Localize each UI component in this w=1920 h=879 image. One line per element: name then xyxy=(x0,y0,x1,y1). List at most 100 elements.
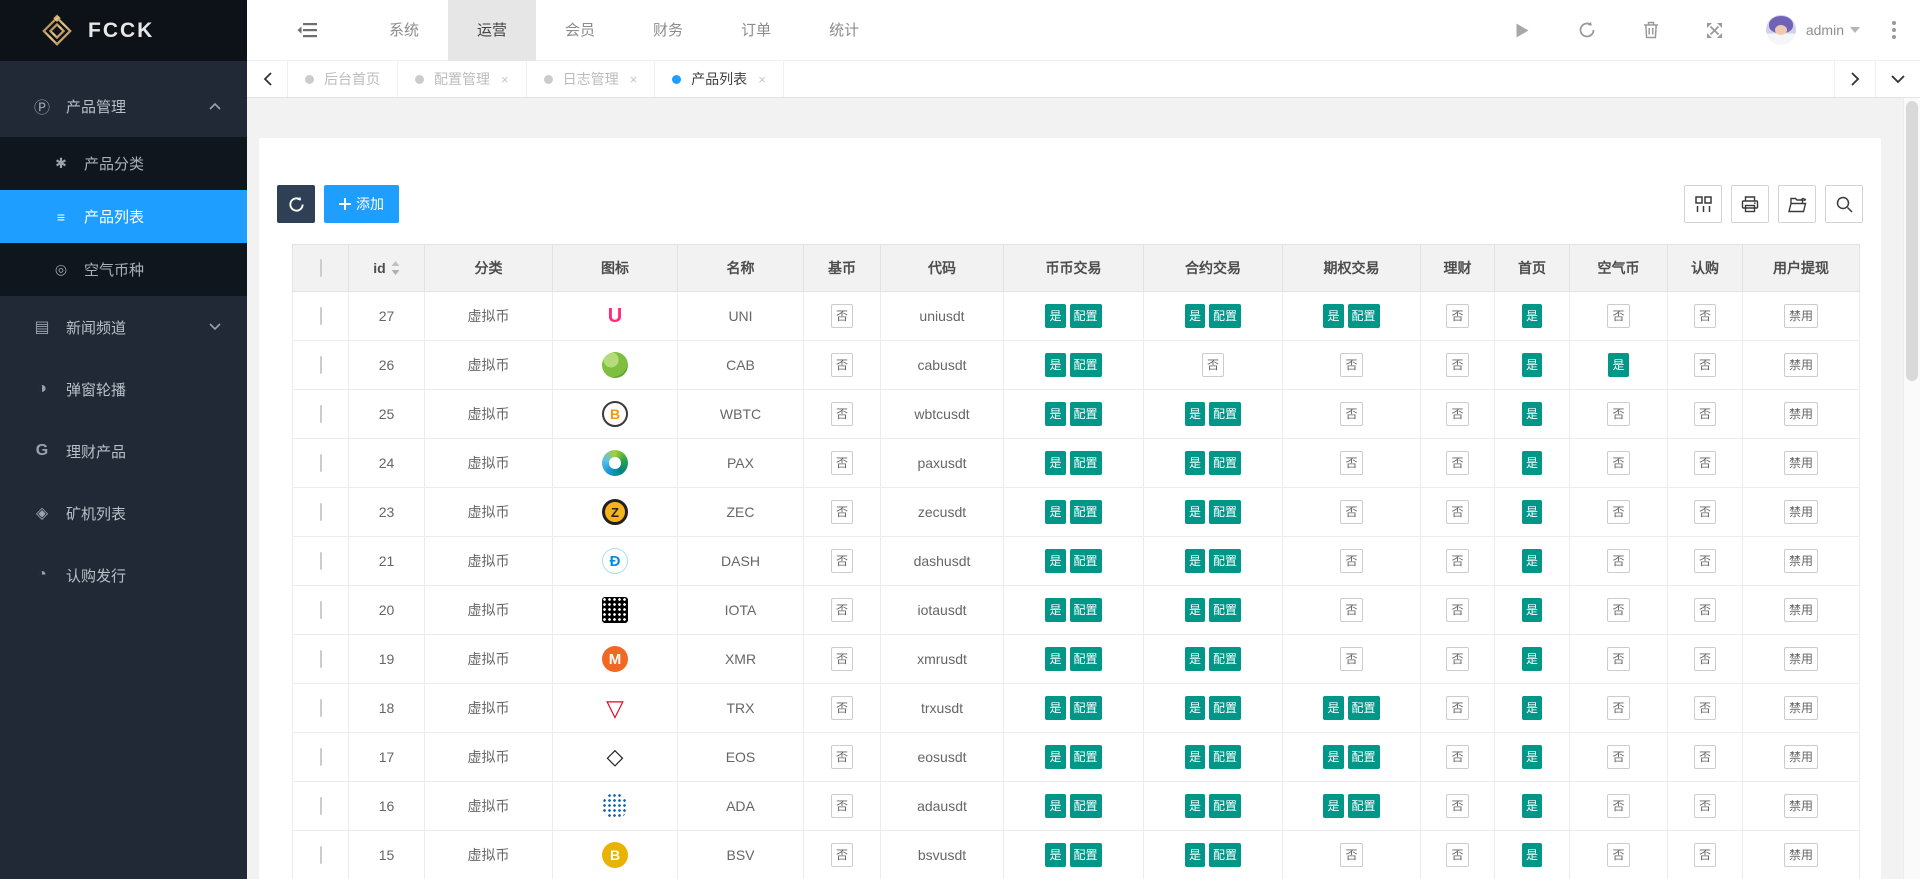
badge-no[interactable]: 否 xyxy=(1607,598,1629,622)
badge-no[interactable]: 否 xyxy=(831,500,853,524)
badge-no[interactable]: 否 xyxy=(831,353,853,377)
sidebar-item-popup-carousel[interactable]: 弹窗轮播 xyxy=(0,358,247,420)
tab-home[interactable]: 后台首页 xyxy=(288,61,398,97)
badge-no[interactable]: 否 xyxy=(1202,353,1224,377)
username[interactable]: admin xyxy=(1806,22,1844,38)
badge-yes[interactable]: 是 xyxy=(1522,353,1542,377)
sidebar-item-miner-list[interactable]: 矿机列表 xyxy=(0,482,247,544)
badge-config[interactable]: 配置 xyxy=(1070,549,1102,573)
badge-yes[interactable]: 是 xyxy=(1045,696,1065,720)
badge-no[interactable]: 否 xyxy=(1694,843,1716,867)
badge-config[interactable]: 配置 xyxy=(1348,696,1380,720)
badge-config[interactable]: 配置 xyxy=(1070,451,1102,475)
badge-no[interactable]: 否 xyxy=(1446,402,1468,426)
badge-config[interactable]: 配置 xyxy=(1209,598,1241,622)
badge-config[interactable]: 配置 xyxy=(1209,843,1241,867)
badge-config[interactable]: 配置 xyxy=(1070,794,1102,818)
badge-disabled[interactable]: 禁用 xyxy=(1784,549,1818,573)
close-tab-icon[interactable] xyxy=(630,72,638,87)
badge-yes[interactable]: 是 xyxy=(1323,696,1343,720)
top-nav-member[interactable]: 会员 xyxy=(536,0,624,61)
tab-log-management[interactable]: 日志管理 xyxy=(527,61,656,97)
badge-disabled[interactable]: 禁用 xyxy=(1784,402,1818,426)
more-options-icon[interactable] xyxy=(1886,19,1902,41)
badge-yes[interactable]: 是 xyxy=(1045,451,1065,475)
badge-disabled[interactable]: 禁用 xyxy=(1784,647,1818,671)
badge-yes[interactable]: 是 xyxy=(1522,696,1542,720)
badge-no[interactable]: 否 xyxy=(1694,304,1716,328)
top-nav-statistics[interactable]: 统计 xyxy=(800,0,888,61)
sidebar-item-product-list[interactable]: 产品列表 xyxy=(0,190,247,243)
trash-icon[interactable] xyxy=(1638,21,1664,39)
tabs-menu-chevron[interactable] xyxy=(1875,61,1920,97)
badge-no[interactable]: 否 xyxy=(1694,598,1716,622)
badge-config[interactable]: 配置 xyxy=(1209,696,1241,720)
badge-yes[interactable]: 是 xyxy=(1323,745,1343,769)
badge-yes[interactable]: 是 xyxy=(1045,794,1065,818)
collapse-sidebar-icon[interactable] xyxy=(297,22,318,38)
badge-no[interactable]: 否 xyxy=(1607,500,1629,524)
badge-yes[interactable]: 是 xyxy=(1185,598,1205,622)
badge-yes[interactable]: 是 xyxy=(1323,304,1343,328)
badge-yes[interactable]: 是 xyxy=(1522,745,1542,769)
badge-disabled[interactable]: 禁用 xyxy=(1784,696,1818,720)
row-checkbox[interactable] xyxy=(320,454,322,472)
badge-no[interactable]: 否 xyxy=(831,304,853,328)
badge-yes[interactable]: 是 xyxy=(1608,353,1628,377)
badge-no[interactable]: 否 xyxy=(1446,500,1468,524)
row-checkbox[interactable] xyxy=(320,699,322,717)
badge-yes[interactable]: 是 xyxy=(1185,745,1205,769)
badge-yes[interactable]: 是 xyxy=(1522,304,1542,328)
sidebar-item-news-channel[interactable]: 新闻频道 xyxy=(0,296,247,358)
top-nav-order[interactable]: 订单 xyxy=(712,0,800,61)
user-menu-caret-icon[interactable] xyxy=(1850,27,1860,33)
badge-yes[interactable]: 是 xyxy=(1185,304,1205,328)
row-checkbox[interactable] xyxy=(320,405,322,423)
badge-no[interactable]: 否 xyxy=(1446,843,1468,867)
row-checkbox[interactable] xyxy=(320,748,322,766)
badge-no[interactable]: 否 xyxy=(1446,353,1468,377)
row-checkbox[interactable] xyxy=(320,650,322,668)
badge-no[interactable]: 否 xyxy=(831,843,853,867)
badge-no[interactable]: 否 xyxy=(1694,794,1716,818)
sidebar-item-product-category[interactable]: 产品分类 xyxy=(0,137,247,190)
select-all-checkbox[interactable] xyxy=(320,259,322,277)
badge-config[interactable]: 配置 xyxy=(1209,794,1241,818)
badge-no[interactable]: 否 xyxy=(1340,549,1362,573)
badge-yes[interactable]: 是 xyxy=(1185,451,1205,475)
badge-config[interactable]: 配置 xyxy=(1209,500,1241,524)
scrollbar-thumb[interactable] xyxy=(1906,101,1918,381)
badge-config[interactable]: 配置 xyxy=(1209,745,1241,769)
badge-config[interactable]: 配置 xyxy=(1209,402,1241,426)
badge-yes[interactable]: 是 xyxy=(1522,794,1542,818)
badge-no[interactable]: 否 xyxy=(1446,598,1468,622)
badge-no[interactable]: 否 xyxy=(831,745,853,769)
badge-no[interactable]: 否 xyxy=(1340,843,1362,867)
export-icon[interactable] xyxy=(1778,185,1816,223)
refresh-table-button[interactable] xyxy=(277,185,315,223)
sidebar-item-finance-product[interactable]: 理财产品 xyxy=(0,420,247,482)
play-icon[interactable] xyxy=(1510,23,1536,38)
sidebar-item-subscription-issue[interactable]: 认购发行 xyxy=(0,544,247,606)
badge-disabled[interactable]: 禁用 xyxy=(1784,794,1818,818)
badge-config[interactable]: 配置 xyxy=(1348,745,1380,769)
badge-config[interactable]: 配置 xyxy=(1070,304,1102,328)
badge-no[interactable]: 否 xyxy=(1607,794,1629,818)
badge-yes[interactable]: 是 xyxy=(1522,402,1542,426)
badge-yes[interactable]: 是 xyxy=(1323,794,1343,818)
badge-yes[interactable]: 是 xyxy=(1522,598,1542,622)
badge-yes[interactable]: 是 xyxy=(1522,451,1542,475)
badge-yes[interactable]: 是 xyxy=(1045,353,1065,377)
badge-no[interactable]: 否 xyxy=(831,402,853,426)
badge-no[interactable]: 否 xyxy=(831,794,853,818)
columns-grid-icon[interactable] xyxy=(1684,185,1722,223)
badge-config[interactable]: 配置 xyxy=(1209,647,1241,671)
badge-yes[interactable]: 是 xyxy=(1185,647,1205,671)
row-checkbox[interactable] xyxy=(320,503,322,521)
badge-no[interactable]: 否 xyxy=(1607,696,1629,720)
badge-no[interactable]: 否 xyxy=(1694,696,1716,720)
badge-no[interactable]: 否 xyxy=(1694,647,1716,671)
badge-yes[interactable]: 是 xyxy=(1045,549,1065,573)
badge-config[interactable]: 配置 xyxy=(1070,843,1102,867)
badge-config[interactable]: 配置 xyxy=(1209,549,1241,573)
